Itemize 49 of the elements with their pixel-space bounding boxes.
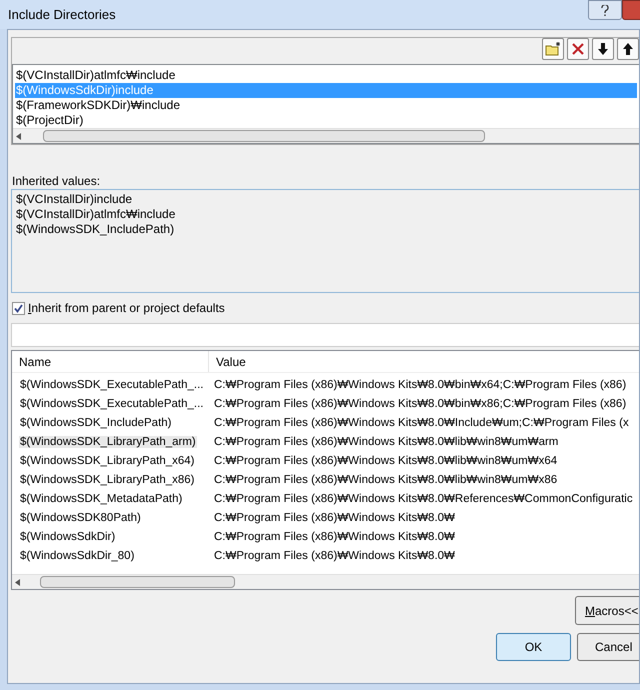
help-button[interactable] (588, 0, 622, 20)
inherited-value: $(WindowsSDK_IncludePath) (16, 222, 176, 237)
horizontal-scrollbar[interactable] (12, 574, 639, 589)
macro-value-cell-text: C:₩Program Files (x86)₩Windows Kits₩8.0₩Include₩um;C:₩Program Files (x (213, 416, 629, 431)
column-header[interactable]: Value (209, 351, 639, 372)
toolbar-button[interactable] (592, 38, 614, 60)
toolbar-button[interactable] (617, 38, 639, 60)
macro-name-cell[interactable]: $(WindowsSdkDir_80) (19, 550, 136, 562)
help-icon (601, 4, 609, 16)
checkbox[interactable] (12, 302, 25, 314)
macro-name-cell[interactable]: $(WindowsSDK_LibraryPath_x86) (19, 474, 196, 486)
ok-button[interactable]: OK (496, 633, 571, 661)
delete-icon (571, 42, 585, 56)
inherited-values-label: Inherited values: (11, 173, 102, 189)
macro-name-cell[interactable]: $(WindowsSDK_IncludePath) (19, 416, 172, 429)
macro-value-cell-text: C:₩Program Files (x86)₩Windows Kits₩8.0₩ (213, 530, 455, 545)
macro-value-cell-text: C:₩Program Files (x86)₩Windows Kits₩8.0₩ (213, 548, 455, 564)
checkmark-icon (14, 304, 23, 312)
macro-value-cell-text: C:₩Program Files (x86)₩Windows Kits₩8.0₩References₩CommonConfiguratic (213, 492, 633, 507)
window-title: Include Directories (8, 6, 116, 24)
directory-item[interactable]: $(VCInstallDir)atlmfc₩include (15, 68, 637, 83)
macro-name-cell[interactable]: $(WindowsSDK_ExecutablePath_... (19, 398, 204, 410)
macro-value-cell-text: C:₩Program Files (x86)₩Windows Kits₩8.0₩lib₩win8₩um₩x64 (213, 454, 558, 469)
macro-name-cell[interactable]: $(WindowsSDK_LibraryPath_x64) (19, 454, 196, 467)
horizontal-scrollbar[interactable] (13, 128, 639, 143)
macro-value-cell-text: C:₩Program Files (x86)₩Windows Kits₩8.0₩lib₩win8₩um₩arm (213, 434, 558, 450)
inherited-value: $(VCInstallDir)include (16, 192, 134, 207)
macros-button[interactable]: Macros<< (575, 596, 639, 625)
cancel-button[interactable]: Cancel (577, 633, 639, 661)
inherited-value: $(VCInstallDir)atlmfc₩include (16, 207, 176, 222)
directory-item[interactable]: $(FrameworkSDKDir)₩include (15, 98, 637, 113)
directory-item[interactable]: $(ProjectDir) (15, 113, 637, 128)
macro-value-cell-text: C:₩Program Files (x86)₩Windows Kits₩8.0₩ (213, 510, 455, 526)
macro-value-cell-text: C:₩Program Files (x86)₩Windows Kits₩8.0₩bin₩x86;C:₩Program Files (x86) (213, 396, 626, 412)
macro-name-cell[interactable]: $(WindowsSDK_ExecutablePath_... (19, 378, 204, 391)
up-arrow-icon (623, 43, 633, 55)
column-header[interactable]: Name (12, 351, 209, 372)
input-field[interactable] (11, 323, 639, 347)
checkbox-label[interactable]: Inherit from parent or project defaults (28, 299, 225, 317)
macro-value-cell-text: C:₩Program Files (x86)₩Windows Kits₩8.0₩bin₩x64;C:₩Program Files (x86) (213, 378, 626, 393)
macro-name-cell[interactable]: $(WindowsSDK_LibraryPath_arm) (19, 436, 197, 448)
macro-name-cell[interactable]: $(WindowsSDK_MetadataPath) (19, 492, 184, 505)
new-folder-icon (545, 42, 561, 56)
scroll-left-arrow-icon[interactable] (15, 579, 20, 586)
macro-value-cell-text: C:₩Program Files (x86)₩Windows Kits₩8.0₩lib₩win8₩um₩x86 (213, 472, 558, 488)
down-arrow-icon (598, 43, 608, 55)
macro-name-cell[interactable]: $(WindowsSdkDir) (19, 530, 116, 543)
scroll-left-arrow-icon[interactable] (16, 133, 21, 140)
macro-name-cell[interactable]: $(WindowsSDK80Path) (19, 512, 142, 524)
